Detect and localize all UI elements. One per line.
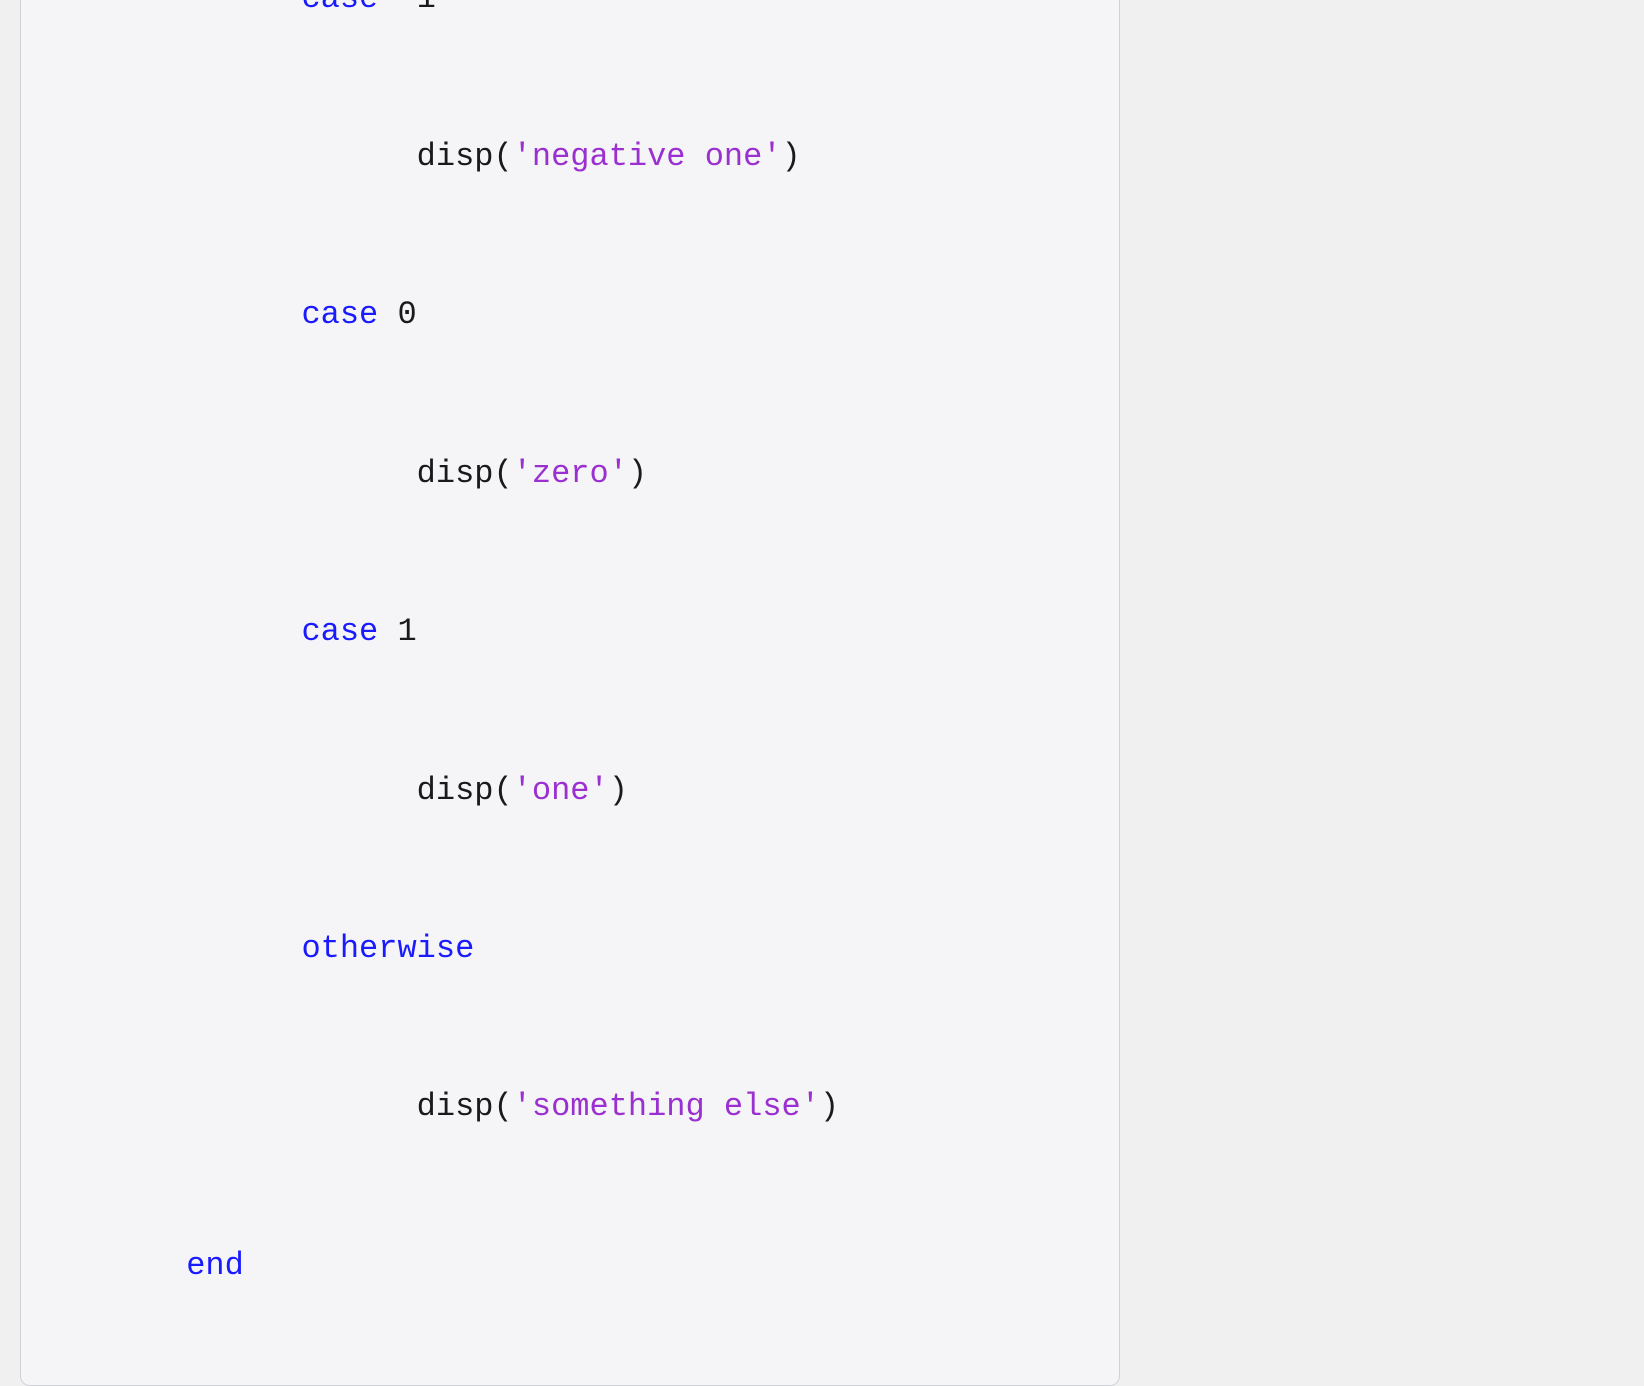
code-token-disp3-func: disp(	[186, 772, 512, 809]
code-token-case3-val: 1	[378, 613, 416, 650]
code-token-otherwise-kw: otherwise	[301, 930, 474, 967]
code-line-end: end	[71, 1187, 1069, 1345]
code-token-case2-kw: case	[301, 296, 378, 333]
code-token-indent1	[186, 0, 301, 17]
code-line-disp-else: disp('something else')	[71, 1029, 1069, 1187]
code-line-case-1: case 1	[71, 553, 1069, 711]
code-token-end-kw: end	[186, 1247, 244, 1284]
code-token-disp1-func: disp(	[186, 138, 512, 175]
code-token-disp4-str: 'something else'	[513, 1088, 820, 1125]
code-token-case3-kw: case	[301, 613, 378, 650]
code-line-disp-1: disp('one')	[71, 712, 1069, 870]
code-token-disp1-close: )	[782, 138, 801, 175]
code-token-disp3-str: 'one'	[513, 772, 609, 809]
code-token-disp2-func: disp(	[186, 455, 512, 492]
code-token-case1-val: -1	[378, 0, 436, 17]
code-token-disp2-str: 'zero'	[513, 455, 628, 492]
code-block: clc n = -1 switch n case -1 disp('negati…	[71, 0, 1069, 1345]
code-token-disp3-close: )	[609, 772, 628, 809]
code-token-disp1-str: 'negative one'	[513, 138, 782, 175]
code-line-case-neg1: case -1	[71, 0, 1069, 78]
code-line-disp-neg1: disp('negative one')	[71, 78, 1069, 236]
code-token-indent3	[186, 613, 301, 650]
code-token-case2-val: 0	[378, 296, 416, 333]
code-token-disp2-close: )	[628, 455, 647, 492]
code-token-indent2	[186, 296, 301, 333]
code-token-case1-kw: case	[301, 0, 378, 17]
code-token-disp4-func: disp(	[186, 1088, 512, 1125]
code-line-case-0: case 0	[71, 237, 1069, 395]
code-token-indent4	[186, 930, 301, 967]
code-editor-panel: clc n = -1 switch n case -1 disp('negati…	[20, 0, 1120, 1386]
code-token-disp4-close: )	[820, 1088, 839, 1125]
code-line-otherwise: otherwise	[71, 870, 1069, 1028]
code-line-disp-0: disp('zero')	[71, 395, 1069, 553]
